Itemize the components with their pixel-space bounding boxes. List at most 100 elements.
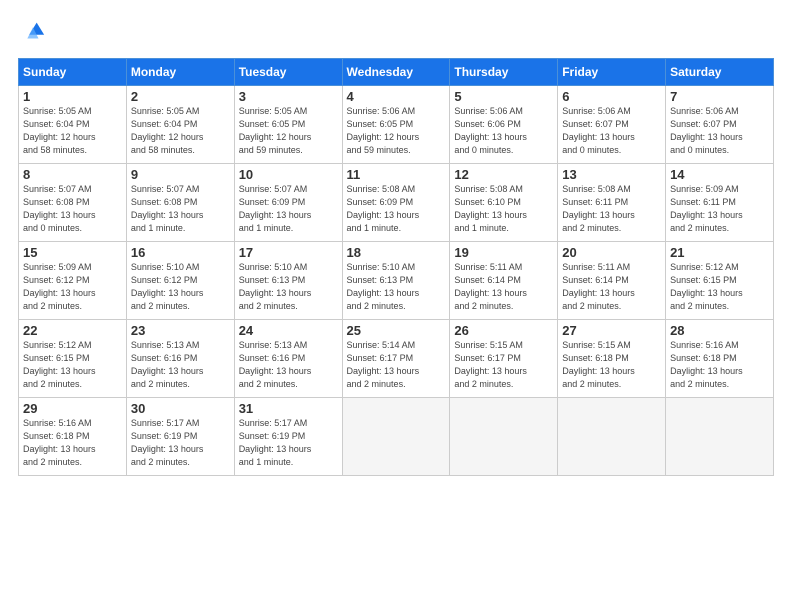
page-container: SundayMondayTuesdayWednesdayThursdayFrid… xyxy=(0,0,792,486)
calendar-day-cell: 13Sunrise: 5:08 AMSunset: 6:11 PMDayligh… xyxy=(558,164,666,242)
calendar-day-cell: 21Sunrise: 5:12 AMSunset: 6:15 PMDayligh… xyxy=(666,242,774,320)
calendar-day-cell: 23Sunrise: 5:13 AMSunset: 6:16 PMDayligh… xyxy=(126,320,234,398)
day-info: Sunrise: 5:07 AMSunset: 6:09 PMDaylight:… xyxy=(239,183,338,235)
day-number: 13 xyxy=(562,167,661,182)
day-number: 22 xyxy=(23,323,122,338)
header xyxy=(18,18,774,46)
calendar-day-cell: 5Sunrise: 5:06 AMSunset: 6:06 PMDaylight… xyxy=(450,86,558,164)
calendar-day-header: Friday xyxy=(558,59,666,86)
day-number: 26 xyxy=(454,323,553,338)
calendar-day-cell: 14Sunrise: 5:09 AMSunset: 6:11 PMDayligh… xyxy=(666,164,774,242)
day-info: Sunrise: 5:10 AMSunset: 6:13 PMDaylight:… xyxy=(239,261,338,313)
day-number: 6 xyxy=(562,89,661,104)
day-number: 5 xyxy=(454,89,553,104)
day-number: 12 xyxy=(454,167,553,182)
day-number: 24 xyxy=(239,323,338,338)
day-info: Sunrise: 5:06 AMSunset: 6:06 PMDaylight:… xyxy=(454,105,553,157)
calendar-day-cell: 7Sunrise: 5:06 AMSunset: 6:07 PMDaylight… xyxy=(666,86,774,164)
calendar-day-cell: 26Sunrise: 5:15 AMSunset: 6:17 PMDayligh… xyxy=(450,320,558,398)
day-info: Sunrise: 5:10 AMSunset: 6:13 PMDaylight:… xyxy=(347,261,446,313)
day-number: 14 xyxy=(670,167,769,182)
calendar-day-cell: 15Sunrise: 5:09 AMSunset: 6:12 PMDayligh… xyxy=(19,242,127,320)
calendar-day-cell xyxy=(450,398,558,476)
calendar-week-row: 1 Sunrise: 5:05 AMSunset: 6:04 PMDaylight… xyxy=(19,86,774,164)
day-number: 23 xyxy=(131,323,230,338)
calendar-day-cell: 1Sunrise: 5:05 AMSunset: 6:04 PMDaylight… xyxy=(19,86,127,164)
day-info: Sunrise: 5:16 AMSunset: 6:18 PMDaylight:… xyxy=(23,417,122,469)
calendar-day-cell: 8Sunrise: 5:07 AMSunset: 6:08 PMDaylight… xyxy=(19,164,127,242)
day-number: 18 xyxy=(347,245,446,260)
day-number: 30 xyxy=(131,401,230,416)
calendar-day-cell: 27Sunrise: 5:15 AMSunset: 6:18 PMDayligh… xyxy=(558,320,666,398)
day-number: 3 xyxy=(239,89,338,104)
day-number: 9 xyxy=(131,167,230,182)
calendar-day-cell xyxy=(342,398,450,476)
calendar-day-header: Monday xyxy=(126,59,234,86)
day-number: 20 xyxy=(562,245,661,260)
calendar-table: SundayMondayTuesdayWednesdayThursdayFrid… xyxy=(18,58,774,476)
calendar-day-cell: 22Sunrise: 5:12 AMSunset: 6:15 PMDayligh… xyxy=(19,320,127,398)
day-info: Sunrise: 5:11 AMSunset: 6:14 PMDaylight:… xyxy=(562,261,661,313)
calendar-day-cell: 28Sunrise: 5:16 AMSunset: 6:18 PMDayligh… xyxy=(666,320,774,398)
day-info: Sunrise: 5:06 AMSunset: 6:07 PMDaylight:… xyxy=(670,105,769,157)
calendar-day-cell: 6Sunrise: 5:06 AMSunset: 6:07 PMDaylight… xyxy=(558,86,666,164)
calendar-day-header: Thursday xyxy=(450,59,558,86)
day-info: Sunrise: 5:08 AMSunset: 6:11 PMDaylight:… xyxy=(562,183,661,235)
day-info: Sunrise: 5:14 AMSunset: 6:17 PMDaylight:… xyxy=(347,339,446,391)
day-number: 29 xyxy=(23,401,122,416)
calendar-day-cell: 17Sunrise: 5:10 AMSunset: 6:13 PMDayligh… xyxy=(234,242,342,320)
day-info: Sunrise: 5:08 AMSunset: 6:10 PMDaylight:… xyxy=(454,183,553,235)
calendar-day-header: Tuesday xyxy=(234,59,342,86)
logo xyxy=(18,18,50,46)
calendar-day-cell: 18Sunrise: 5:10 AMSunset: 6:13 PMDayligh… xyxy=(342,242,450,320)
day-number: 11 xyxy=(347,167,446,182)
day-number: 25 xyxy=(347,323,446,338)
day-info: Sunrise: 5:09 AMSunset: 6:11 PMDaylight:… xyxy=(670,183,769,235)
day-info: Sunrise: 5:12 AMSunset: 6:15 PMDaylight:… xyxy=(670,261,769,313)
day-number: 31 xyxy=(239,401,338,416)
calendar-day-cell: 29Sunrise: 5:16 AMSunset: 6:18 PMDayligh… xyxy=(19,398,127,476)
day-info: Sunrise: 5:17 AMSunset: 6:19 PMDaylight:… xyxy=(131,417,230,469)
day-info: Sunrise: 5:09 AMSunset: 6:12 PMDaylight:… xyxy=(23,261,122,313)
day-number: 8 xyxy=(23,167,122,182)
day-number: 16 xyxy=(131,245,230,260)
day-info: Sunrise: 5:12 AMSunset: 6:15 PMDaylight:… xyxy=(23,339,122,391)
calendar-day-cell: 11Sunrise: 5:08 AMSunset: 6:09 PMDayligh… xyxy=(342,164,450,242)
day-info: Sunrise: 5:17 AMSunset: 6:19 PMDaylight:… xyxy=(239,417,338,469)
day-number: 1 xyxy=(23,89,122,104)
calendar-week-row: 8Sunrise: 5:07 AMSunset: 6:08 PMDaylight… xyxy=(19,164,774,242)
day-number: 4 xyxy=(347,89,446,104)
calendar-day-cell: 4Sunrise: 5:06 AMSunset: 6:05 PMDaylight… xyxy=(342,86,450,164)
calendar-day-cell: 3Sunrise: 5:05 AMSunset: 6:05 PMDaylight… xyxy=(234,86,342,164)
calendar-week-row: 22Sunrise: 5:12 AMSunset: 6:15 PMDayligh… xyxy=(19,320,774,398)
day-info: Sunrise: 5:08 AMSunset: 6:09 PMDaylight:… xyxy=(347,183,446,235)
day-number: 19 xyxy=(454,245,553,260)
day-number: 7 xyxy=(670,89,769,104)
calendar-day-cell: 12Sunrise: 5:08 AMSunset: 6:10 PMDayligh… xyxy=(450,164,558,242)
day-info: Sunrise: 5:13 AMSunset: 6:16 PMDaylight:… xyxy=(239,339,338,391)
day-info: Sunrise: 5:05 AMSunset: 6:04 PMDaylight:… xyxy=(131,105,230,157)
day-number: 28 xyxy=(670,323,769,338)
calendar-day-cell xyxy=(558,398,666,476)
calendar-day-cell: 19Sunrise: 5:11 AMSunset: 6:14 PMDayligh… xyxy=(450,242,558,320)
calendar-day-cell: 31Sunrise: 5:17 AMSunset: 6:19 PMDayligh… xyxy=(234,398,342,476)
day-info: Sunrise: 5:15 AMSunset: 6:18 PMDaylight:… xyxy=(562,339,661,391)
calendar-day-cell: 2Sunrise: 5:05 AMSunset: 6:04 PMDaylight… xyxy=(126,86,234,164)
day-info: Sunrise: 5:13 AMSunset: 6:16 PMDaylight:… xyxy=(131,339,230,391)
day-number: 17 xyxy=(239,245,338,260)
calendar-day-cell: 9Sunrise: 5:07 AMSunset: 6:08 PMDaylight… xyxy=(126,164,234,242)
day-info: Sunrise: 5:11 AMSunset: 6:14 PMDaylight:… xyxy=(454,261,553,313)
day-info: Sunrise: 5:16 AMSunset: 6:18 PMDaylight:… xyxy=(670,339,769,391)
calendar-day-cell: 25Sunrise: 5:14 AMSunset: 6:17 PMDayligh… xyxy=(342,320,450,398)
calendar-week-row: 15Sunrise: 5:09 AMSunset: 6:12 PMDayligh… xyxy=(19,242,774,320)
day-number: 2 xyxy=(131,89,230,104)
day-info: Sunrise: 5:06 AMSunset: 6:07 PMDaylight:… xyxy=(562,105,661,157)
day-info: Sunrise: 5:06 AMSunset: 6:05 PMDaylight:… xyxy=(347,105,446,157)
day-info: Sunrise: 5:15 AMSunset: 6:17 PMDaylight:… xyxy=(454,339,553,391)
day-info: Sunrise: 5:07 AMSunset: 6:08 PMDaylight:… xyxy=(23,183,122,235)
day-number: 10 xyxy=(239,167,338,182)
calendar-day-cell: 16Sunrise: 5:10 AMSunset: 6:12 PMDayligh… xyxy=(126,242,234,320)
day-info: Sunrise: 5:05 AMSunset: 6:05 PMDaylight:… xyxy=(239,105,338,157)
calendar-week-row: 29Sunrise: 5:16 AMSunset: 6:18 PMDayligh… xyxy=(19,398,774,476)
calendar-day-cell: 20Sunrise: 5:11 AMSunset: 6:14 PMDayligh… xyxy=(558,242,666,320)
